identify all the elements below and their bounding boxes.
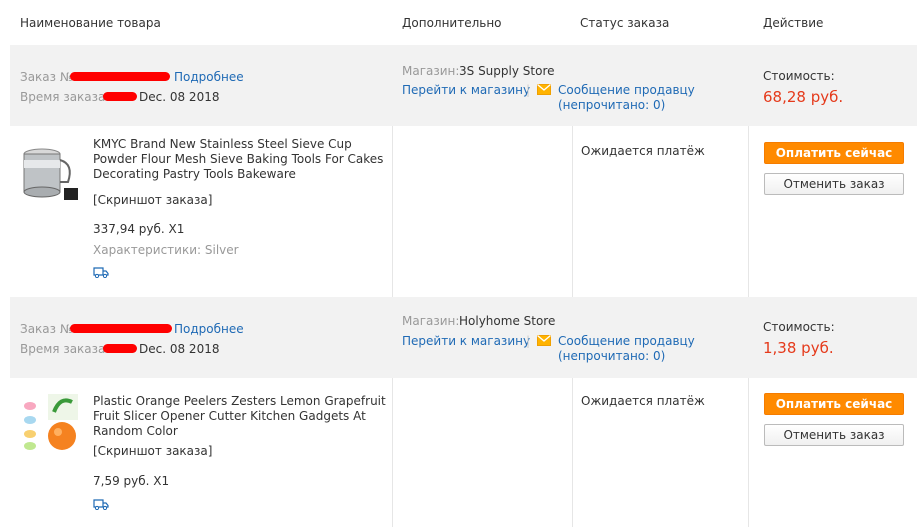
header-status: Статус заказа (580, 16, 670, 30)
column-divider (572, 378, 573, 527)
cancel-order-button[interactable]: Отменить заказ (764, 424, 904, 446)
pay-now-button[interactable]: Оплатить сейчас (764, 393, 904, 415)
header-additional: Дополнительно (402, 16, 502, 30)
order-time-label: Время заказа: (20, 90, 110, 104)
cost-label: Стоимость: (763, 320, 835, 334)
order-snapshot-link[interactable]: [Скриншот заказа] (93, 193, 212, 207)
separator: | (526, 83, 531, 97)
product-thumbnail-sieve[interactable] (20, 142, 80, 204)
order-details-link[interactable]: Подробнее (174, 322, 244, 336)
order-snapshot-link[interactable]: [Скриншот заказа] (93, 444, 212, 458)
order-details-link[interactable]: Подробнее (174, 70, 244, 84)
product-price-qty: 7,59 руб. X1 (93, 474, 170, 488)
store-name: Holyhome Store (459, 314, 556, 328)
message-seller-link[interactable]: Сообщение продавцу (558, 334, 695, 348)
redaction-mark (103, 344, 137, 353)
truck-icon[interactable] (93, 266, 109, 278)
redaction-mark (103, 92, 137, 101)
order-number-label: Заказ №: (20, 322, 77, 336)
column-divider (748, 126, 749, 297)
order-date: Dec. 08 2018 (139, 342, 220, 356)
header-action: Действие (763, 16, 824, 30)
order-cost: 1,38 руб. (763, 339, 834, 357)
message-seller-link[interactable]: Сообщение продавцу (558, 83, 695, 97)
order-status: Ожидается платёж (581, 144, 705, 158)
redaction-mark (70, 72, 170, 81)
store-label: Магазин: (402, 64, 460, 78)
separator: | (526, 334, 531, 348)
order-status: Ожидается платёж (581, 394, 705, 408)
store-label: Магазин: (402, 314, 460, 328)
store-name: 3S Supply Store (459, 64, 555, 78)
cost-label: Стоимость: (763, 69, 835, 83)
product-name[interactable]: KMYC Brand New Stainless Steel Sieve Cup… (93, 137, 393, 182)
cancel-order-button[interactable]: Отменить заказ (764, 173, 904, 195)
table-header: Наименование товара Дополнительно Статус… (0, 0, 917, 45)
go-to-store-link[interactable]: Перейти к магазину (402, 334, 530, 348)
product-thumbnail-peeler[interactable] (20, 392, 80, 454)
order-time-label: Время заказа: (20, 342, 110, 356)
go-to-store-link[interactable]: Перейти к магазину (402, 83, 530, 97)
product-name[interactable]: Plastic Orange Peelers Zesters Lemon Gra… (93, 394, 393, 439)
envelope-icon (537, 335, 551, 346)
pay-now-button[interactable]: Оплатить сейчас (764, 142, 904, 164)
column-divider (572, 126, 573, 297)
redaction-mark (70, 324, 172, 333)
unread-count[interactable]: (непрочитано: 0) (558, 98, 665, 112)
product-characteristics: Характеристики: Silver (93, 243, 239, 257)
column-divider (748, 378, 749, 527)
order-cost: 68,28 руб. (763, 88, 844, 106)
order-date: Dec. 08 2018 (139, 90, 220, 104)
product-price-qty: 337,94 руб. X1 (93, 222, 185, 236)
header-product: Наименование товара (20, 16, 161, 30)
order-number-label: Заказ №: (20, 70, 77, 84)
truck-icon[interactable] (93, 498, 109, 510)
unread-count[interactable]: (непрочитано: 0) (558, 349, 665, 363)
envelope-icon (537, 84, 551, 95)
